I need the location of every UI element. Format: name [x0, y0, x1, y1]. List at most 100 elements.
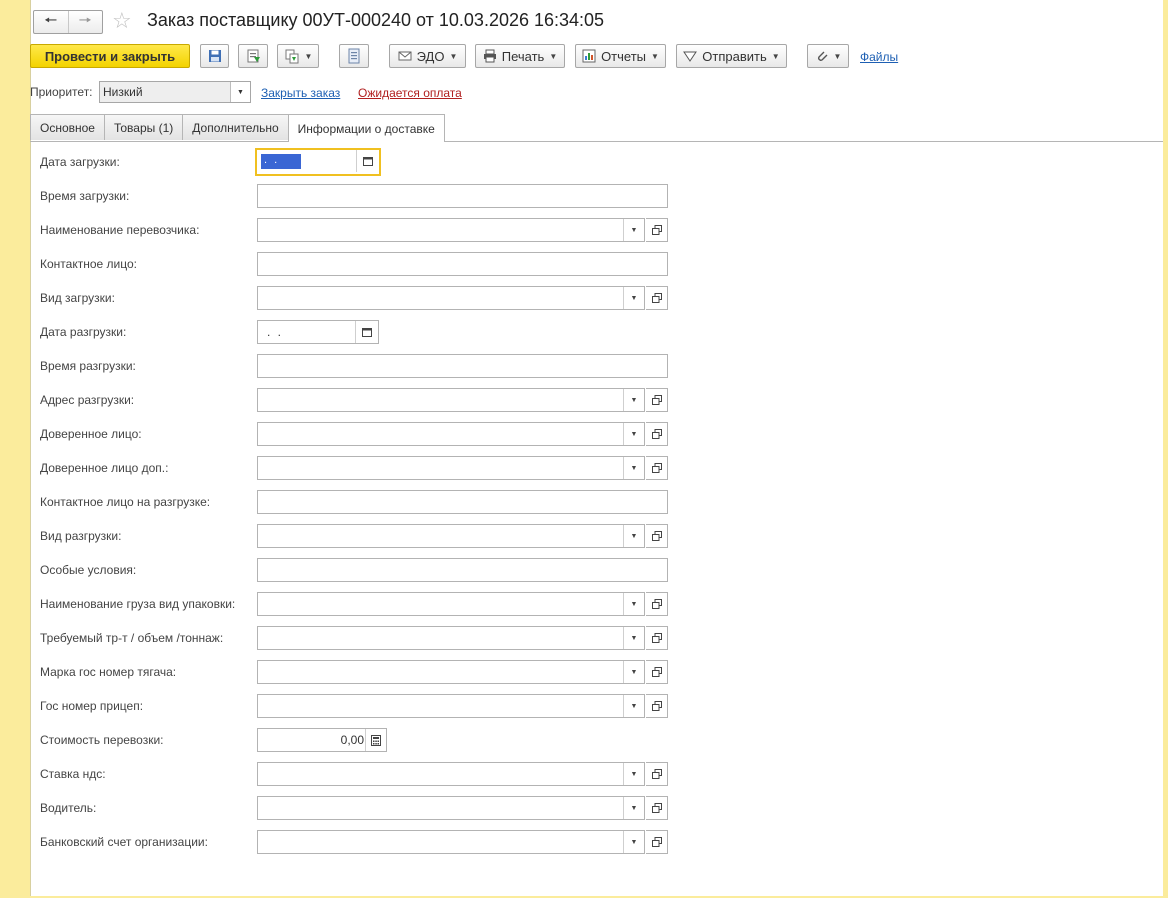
unload-date-value: . .	[267, 325, 284, 339]
chevron-down-icon[interactable]: ▼	[623, 287, 644, 309]
attachments-button[interactable]: ▼	[807, 44, 849, 68]
send-button[interactable]: Отправить ▼	[676, 44, 787, 68]
unload-time-label: Время разгрузки:	[40, 359, 136, 373]
open-window-icon	[651, 531, 662, 541]
favorite-star-icon[interactable]: ☆	[112, 8, 132, 34]
edo-button[interactable]: ЭДО ▼	[389, 44, 466, 68]
contact-label: Контактное лицо:	[40, 257, 137, 271]
reports-button[interactable]: Отчеты ▼	[575, 44, 666, 68]
chevron-down-icon[interactable]: ▼	[230, 82, 250, 102]
contact-input[interactable]	[257, 252, 668, 276]
open-load-type-button[interactable]	[646, 286, 668, 310]
printer-icon	[483, 49, 497, 63]
chevron-down-icon[interactable]: ▼	[623, 797, 644, 819]
tab-divider	[30, 141, 1163, 142]
bank-account-select[interactable]: ▼	[257, 830, 645, 854]
status-link[interactable]: Ожидается оплата	[358, 86, 462, 100]
unload-contact-label: Контактное лицо на разгрузке:	[40, 495, 211, 509]
open-transport-required-button[interactable]	[646, 626, 668, 650]
trusted-person-extra-select[interactable]: ▼	[257, 456, 645, 480]
load-type-label: Вид загрузки:	[40, 291, 115, 305]
chevron-down-icon: ▼	[651, 51, 659, 61]
chevron-down-icon[interactable]: ▼	[623, 627, 644, 649]
load-time-input[interactable]	[257, 184, 668, 208]
chevron-down-icon[interactable]: ▼	[623, 831, 644, 853]
open-window-icon	[651, 429, 662, 439]
open-unload-address-button[interactable]	[646, 388, 668, 412]
load-time-label: Время загрузки:	[40, 189, 130, 203]
chevron-down-icon: ▼	[833, 51, 842, 61]
create-based-on-icon	[284, 48, 300, 64]
tab-delivery-info[interactable]: Информации о доставке	[287, 114, 445, 142]
calendar-icon[interactable]	[355, 321, 378, 343]
open-cargo-name-button[interactable]	[646, 592, 668, 616]
driver-label: Водитель:	[40, 801, 97, 815]
open-vat-rate-button[interactable]	[646, 762, 668, 786]
page-title: Заказ поставщику 00УТ-000240 от 10.03.20…	[147, 10, 605, 30]
print-button[interactable]: Печать ▼	[475, 44, 565, 68]
tab-additional[interactable]: Дополнительно	[182, 114, 289, 140]
cargo-name-select[interactable]: ▼	[257, 592, 645, 616]
tractor-plate-select[interactable]: ▼	[257, 660, 645, 684]
open-window-icon	[651, 293, 662, 303]
forward-button[interactable]: 🠖	[67, 11, 103, 33]
trailer-plate-label: Гос номер прицеп:	[40, 699, 144, 713]
trusted-person-select[interactable]: ▼	[257, 422, 645, 446]
save-button[interactable]	[200, 44, 229, 68]
unload-date-field[interactable]: . .	[257, 320, 379, 344]
document-list-icon	[347, 48, 361, 64]
files-link[interactable]: Файлы	[860, 50, 898, 64]
calculator-icon[interactable]	[365, 729, 386, 751]
right-panel-strip	[1163, 0, 1168, 898]
chevron-down-icon[interactable]: ▼	[623, 593, 644, 615]
paperclip-icon	[815, 49, 829, 63]
open-tractor-plate-button[interactable]	[646, 660, 668, 684]
unload-contact-input[interactable]	[257, 490, 668, 514]
unload-type-select[interactable]: ▼	[257, 524, 645, 548]
shipping-cost-input[interactable]: 0,00	[257, 728, 387, 752]
driver-select[interactable]: ▼	[257, 796, 645, 820]
open-trusted-person-button[interactable]	[646, 422, 668, 446]
chevron-down-icon[interactable]: ▼	[623, 389, 644, 411]
open-carrier-button[interactable]	[646, 218, 668, 242]
create-based-on-button[interactable]: ▼	[277, 44, 319, 68]
carrier-select[interactable]: ▼	[257, 218, 645, 242]
open-driver-button[interactable]	[646, 796, 668, 820]
transport-required-select[interactable]: ▼	[257, 626, 645, 650]
open-trusted-person-extra-button[interactable]	[646, 456, 668, 480]
shipping-cost-label: Стоимость перевозки:	[40, 733, 164, 747]
chevron-down-icon: ▼	[449, 51, 458, 61]
close-order-link[interactable]: Закрыть заказ	[261, 86, 340, 100]
vat-rate-select[interactable]: ▼	[257, 762, 645, 786]
load-type-select[interactable]: ▼	[257, 286, 645, 310]
trailer-plate-select[interactable]: ▼	[257, 694, 645, 718]
open-trailer-plate-button[interactable]	[646, 694, 668, 718]
chevron-down-icon[interactable]: ▼	[623, 661, 644, 683]
chevron-down-icon[interactable]: ▼	[623, 695, 644, 717]
unload-address-select[interactable]: ▼	[257, 388, 645, 412]
back-button[interactable]: 🠔	[34, 11, 68, 33]
unload-time-input[interactable]	[257, 354, 668, 378]
open-window-icon	[651, 633, 662, 643]
priority-select[interactable]: Низкий ▼	[99, 81, 251, 103]
trusted-person-extra-label: Доверенное лицо доп.:	[40, 461, 169, 475]
tab-goods[interactable]: Товары (1)	[103, 114, 184, 140]
chevron-down-icon[interactable]: ▼	[623, 763, 644, 785]
chevron-down-icon[interactable]: ▼	[623, 423, 644, 445]
post-document-button[interactable]	[238, 44, 268, 68]
chevron-down-icon[interactable]: ▼	[623, 525, 644, 547]
chevron-down-icon[interactable]: ▼	[623, 219, 644, 241]
structure-button[interactable]	[339, 44, 369, 68]
special-conditions-input[interactable]	[257, 558, 668, 582]
load-date-field[interactable]: . .	[255, 148, 381, 176]
reports-label: Отчеты	[601, 48, 646, 64]
priority-label: Приоритет:	[30, 85, 93, 99]
open-bank-account-button[interactable]	[646, 830, 668, 854]
calendar-icon[interactable]	[356, 150, 379, 172]
chevron-down-icon[interactable]: ▼	[623, 457, 644, 479]
open-unload-type-button[interactable]	[646, 524, 668, 548]
post-and-close-button[interactable]: Провести и закрыть	[30, 44, 190, 68]
tab-main[interactable]: Основное	[30, 114, 105, 140]
post-and-close-label: Провести и закрыть	[44, 48, 176, 64]
navigation-group: 🠔 🠖	[33, 10, 103, 34]
